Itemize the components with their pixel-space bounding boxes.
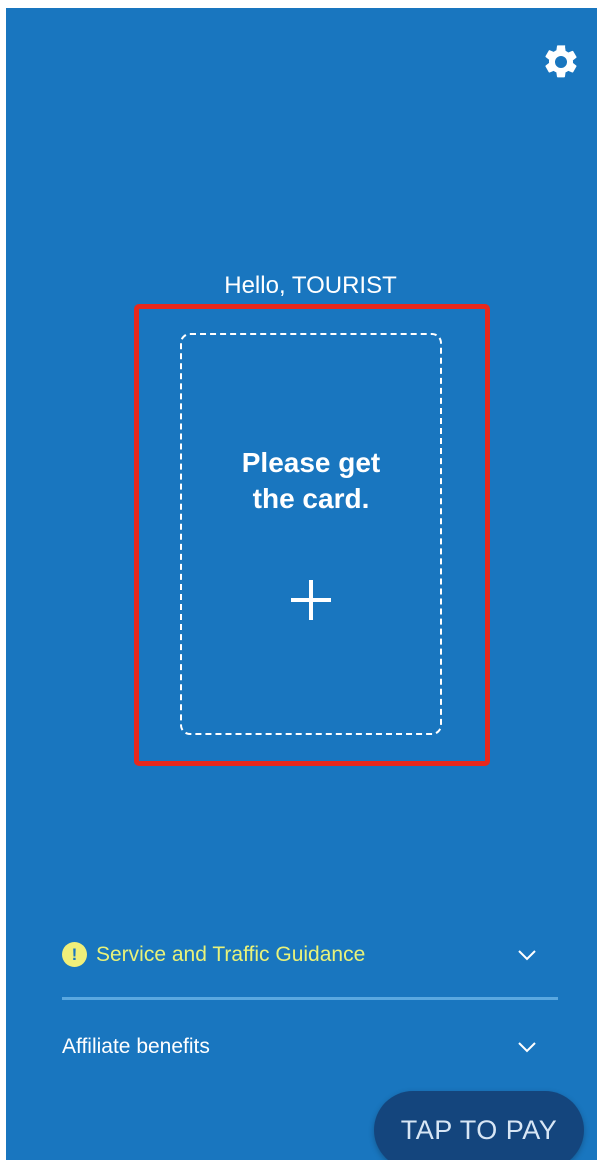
accordion-service-guidance[interactable]: ! Service and Traffic Guidance	[62, 930, 558, 980]
chevron-down-icon	[516, 1036, 538, 1058]
accordion-label: Service and Traffic Guidance	[96, 943, 366, 966]
chevron-down-icon	[516, 944, 538, 966]
card-prompt-line1: Please get	[241, 447, 381, 478]
alert-icon: !	[62, 942, 87, 967]
add-card-button[interactable]: Please get the card.	[180, 333, 442, 735]
accordion-label: Affiliate benefits	[62, 1035, 210, 1058]
card-prompt-line2: the card.	[252, 483, 370, 514]
card-prompt: Please get the card.	[182, 445, 440, 517]
divider	[62, 997, 558, 1000]
gear-icon[interactable]	[541, 42, 581, 82]
greeting-text: Hello, TOURIST	[224, 272, 397, 299]
app-screen: Hello, TOURIST Please get the card. ! Se…	[6, 8, 597, 1160]
tap-to-pay-button[interactable]: TAP TO PAY	[374, 1091, 584, 1160]
accordion-affiliate-benefits[interactable]: Affiliate benefits	[62, 1022, 558, 1072]
plus-icon	[291, 580, 331, 620]
